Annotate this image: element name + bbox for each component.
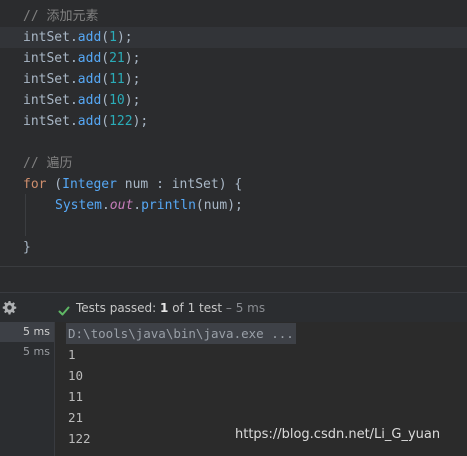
type-name: Integer [62, 177, 117, 192]
var-name: intSet [23, 93, 70, 108]
method-name: add [77, 51, 102, 66]
gear-icon[interactable] [2, 300, 17, 315]
code-line-close: } [0, 237, 467, 258]
iterable-name: intSet [171, 177, 219, 192]
number-literal: 10 [109, 93, 125, 108]
test-status: Tests passed: 1 of 1 test – 5 ms [76, 299, 265, 317]
method-name: add [77, 93, 102, 108]
check-icon [58, 302, 70, 316]
console-line: 122 [68, 431, 91, 446]
var-name: intSet [23, 30, 70, 45]
loop-var: num [124, 177, 149, 192]
code-line-println: System.out.println(num); [55, 198, 243, 213]
code-line-comment: // 添加元素 [0, 6, 467, 27]
method-name: add [77, 72, 102, 87]
test-duration: – 5 ms [222, 301, 266, 315]
code-editor[interactable]: // 添加元素 intSet.add(1); intSet.add(21); i… [0, 0, 467, 266]
number-literal: 1 [109, 30, 117, 45]
method-name: println [141, 198, 196, 213]
test-tree: 5 ms 5 ms [0, 322, 55, 456]
editor-bottom-strip [0, 266, 467, 292]
var-name: intSet [23, 114, 70, 129]
argument: num [203, 198, 228, 213]
comment-iterate: // 遍历 [23, 156, 73, 171]
code-line-add: intSet.add(21); [23, 51, 141, 66]
method-name: add [77, 30, 102, 45]
indent-guide [25, 194, 26, 236]
number-literal: 21 [109, 51, 125, 66]
console-line: 1 [68, 347, 76, 362]
number-literal: 122 [109, 114, 133, 129]
console-line: 11 [68, 389, 84, 404]
var-name: intSet [23, 72, 70, 87]
number-literal: 11 [109, 72, 125, 87]
close-brace: } [23, 240, 31, 255]
code-line-add: intSet.add(122); [23, 114, 149, 129]
watermark-text: https://blog.csdn.net/Li_G_yuan [235, 427, 441, 442]
console-line: 10 [68, 368, 84, 383]
test-total: of 1 test [168, 301, 223, 315]
tree-row[interactable]: 5 ms [0, 322, 54, 342]
console-command-line[interactable]: D:\tools\java\bin\java.exe ... [66, 323, 296, 344]
keyword-for: for [23, 177, 47, 192]
var-name: intSet [23, 51, 70, 66]
code-line-for: for (Integer num : intSet) { [23, 177, 243, 192]
code-line-add: intSet.add(1); [0, 27, 467, 48]
code-line-add: intSet.add(11); [23, 72, 141, 87]
code-line-add: intSet.add(10); [23, 93, 141, 108]
tree-row[interactable]: 5 ms [0, 342, 54, 362]
console-line: 21 [68, 410, 84, 425]
code-line-comment: // 遍历 [0, 153, 467, 174]
class-name: System [55, 198, 102, 213]
static-field: out [109, 198, 134, 213]
run-toolbar: Tests passed: 1 of 1 test – 5 ms [0, 292, 467, 322]
comment-add-elements: // 添加元素 [23, 9, 99, 24]
status-label: Tests passed: [76, 301, 161, 315]
method-name: add [77, 114, 102, 129]
